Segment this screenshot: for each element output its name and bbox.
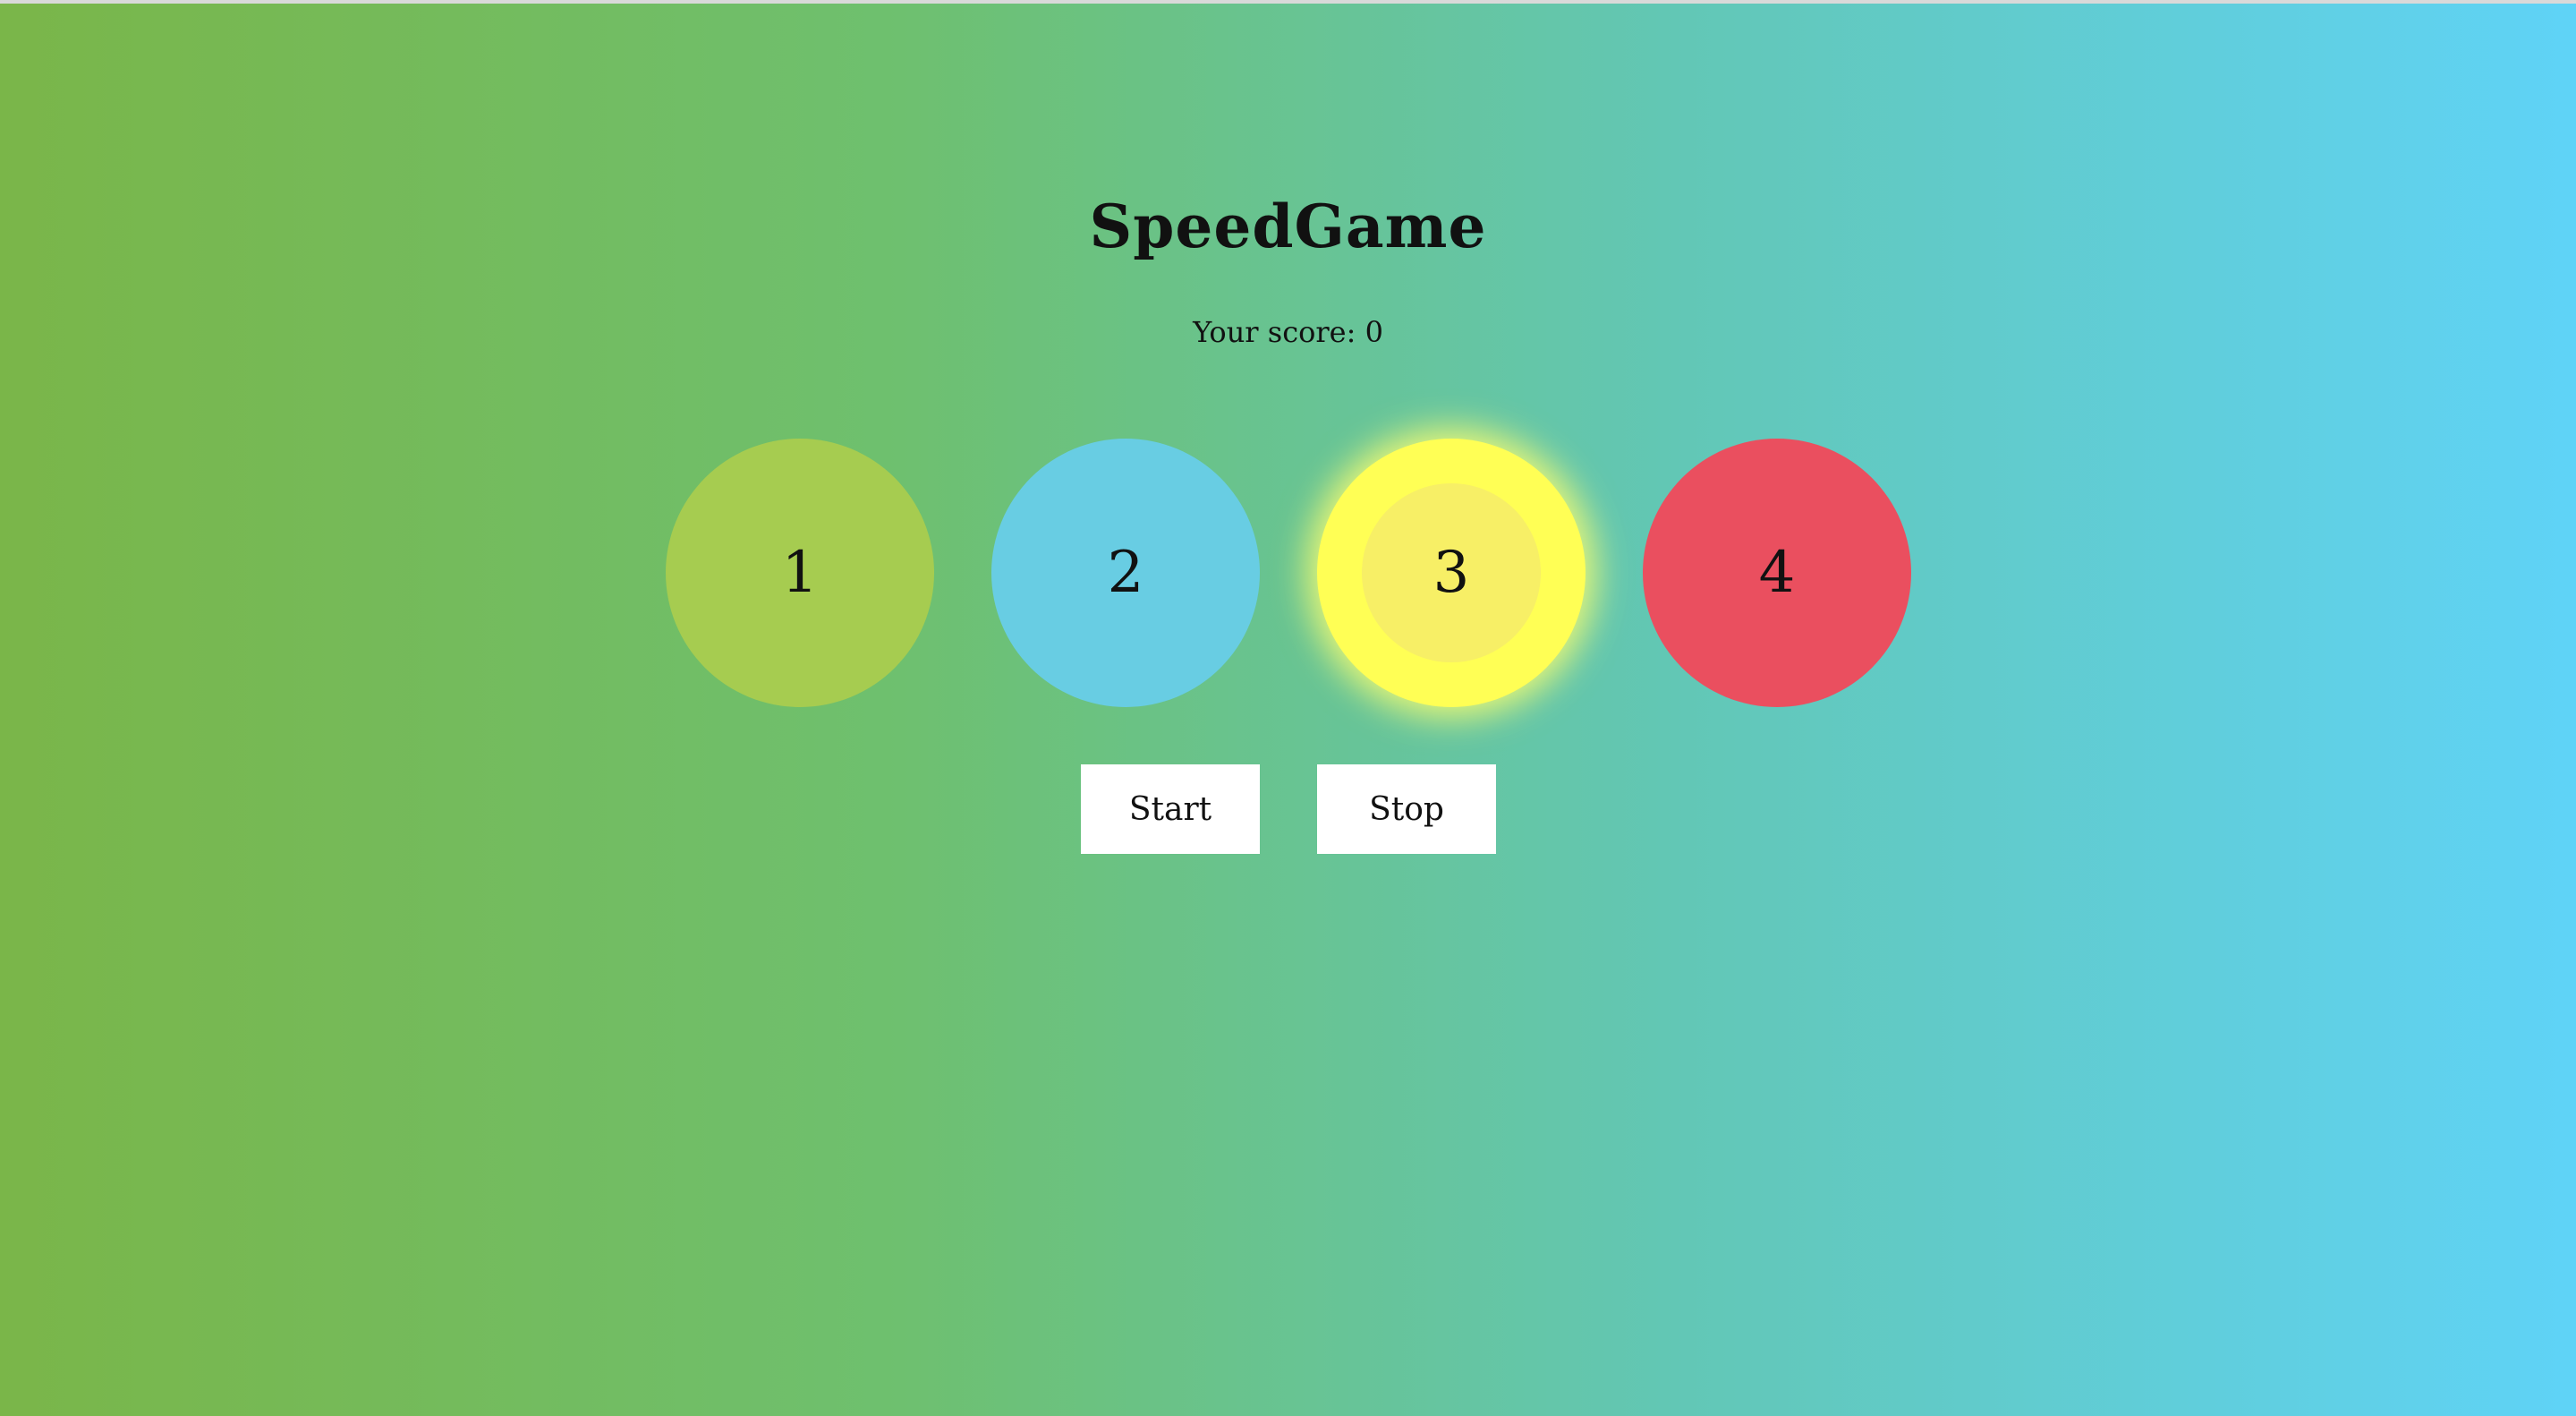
score-text: Your score: 0 bbox=[1193, 315, 1383, 349]
page-title: SpeedGame bbox=[1089, 192, 1487, 261]
circle-1[interactable]: 1 bbox=[666, 439, 934, 707]
circle-3-label: 3 bbox=[1433, 540, 1470, 606]
game-area: SpeedGame Your score: 0 1 2 3 4 Start St… bbox=[0, 4, 2576, 1416]
circle-2-label: 2 bbox=[1107, 540, 1144, 606]
circle-3-active[interactable]: 3 bbox=[1317, 439, 1586, 707]
stop-button[interactable]: Stop bbox=[1317, 764, 1496, 854]
circle-4-label: 4 bbox=[1758, 540, 1796, 606]
circle-1-label: 1 bbox=[781, 540, 819, 606]
start-button[interactable]: Start bbox=[1081, 764, 1260, 854]
circle-2[interactable]: 2 bbox=[991, 439, 1260, 707]
circle-4[interactable]: 4 bbox=[1643, 439, 1911, 707]
